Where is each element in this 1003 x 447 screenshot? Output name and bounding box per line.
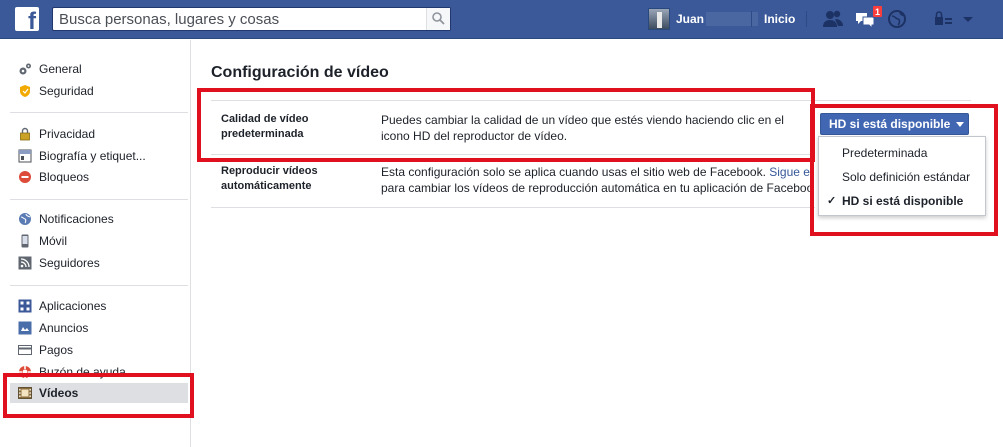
page-title: Configuración de vídeo — [211, 64, 389, 81]
top-bar: f Juan Inicio 1 — [0, 0, 1003, 39]
sidebar-item-label: Seguidores — [39, 256, 100, 270]
sidebar-item-label: Notificaciones — [39, 212, 114, 226]
padlock-icon — [20, 127, 30, 141]
highlight-box — [197, 88, 815, 162]
sidebar-item-label: Privacidad — [39, 127, 96, 141]
sidebar-item-security[interactable]: Seguridad — [10, 81, 188, 101]
sidebar-item-general[interactable]: General — [10, 59, 188, 79]
notifications-globe-icon[interactable] — [886, 8, 910, 30]
sidebar-item-label: Seguridad — [39, 84, 94, 98]
mobile-icon — [21, 234, 29, 248]
divider — [211, 207, 815, 208]
divider — [806, 11, 807, 27]
avatar — [648, 8, 670, 30]
rss-icon — [18, 256, 32, 270]
sidebar-item-timeline[interactable]: Biografía y etiquet... — [10, 146, 188, 166]
setting-label-line: automáticamente — [221, 180, 312, 192]
description-line: Esta configuración solo se aplica cuando… — [381, 164, 810, 180]
timeline-icon — [18, 149, 32, 163]
sidebar-item-payments[interactable]: Pagos — [10, 340, 188, 360]
sidebar-item-label: Anuncios — [39, 321, 89, 335]
friend-requests-icon[interactable] — [821, 8, 845, 30]
sidebar-item-label: Biografía y etiquet... — [39, 149, 146, 163]
highlight-box — [810, 104, 998, 236]
account-menu-chevron-down-icon[interactable] — [960, 8, 976, 30]
description-text: Esta configuración solo se aplica cuando… — [381, 165, 766, 179]
autoplay-help-link[interactable]: Sigue e — [769, 165, 810, 179]
sidebar-item-label: Pagos — [39, 343, 74, 357]
privacy-shortcuts-icon[interactable] — [932, 8, 956, 30]
search-box — [52, 7, 451, 31]
description-line: para cambiar los vídeos de reproducción … — [381, 181, 811, 195]
home-link[interactable]: Inicio — [764, 12, 795, 26]
sidebar-item-apps[interactable]: Aplicaciones — [10, 296, 188, 316]
card-icon — [18, 345, 32, 355]
sidebar-item-label: General — [39, 62, 82, 76]
setting-label-autoplay: Reproducir vídeos automáticamente — [221, 164, 318, 194]
divider — [10, 285, 188, 286]
divider — [751, 11, 752, 27]
search-icon — [432, 12, 445, 25]
apps-icon — [18, 299, 32, 313]
block-icon — [19, 171, 31, 183]
sidebar-item-label: Aplicaciones — [39, 299, 107, 313]
ads-icon — [18, 321, 32, 335]
sidebar-item-label: Móvil — [39, 234, 68, 248]
divider — [10, 112, 188, 113]
sidebar-item-notifications[interactable]: Notificaciones — [10, 209, 188, 229]
sidebar-item-privacy[interactable]: Privacidad — [10, 124, 188, 144]
profile-link[interactable]: Juan — [648, 7, 759, 31]
sidebar-item-blocking[interactable]: Bloqueos — [10, 167, 188, 187]
sidebar-item-mobile[interactable]: Móvil — [10, 231, 188, 251]
search-input[interactable] — [59, 10, 419, 28]
facebook-logo-icon[interactable]: f — [15, 7, 39, 34]
shield-icon — [20, 85, 30, 97]
sidebar-item-followers[interactable]: Seguidores — [10, 253, 188, 273]
highlight-box — [3, 373, 194, 418]
notification-badge: 1 — [872, 5, 884, 18]
divider — [10, 199, 188, 200]
setting-description: Esta configuración solo se aplica cuando… — [381, 164, 811, 200]
globe-icon — [19, 213, 31, 225]
setting-label-line: Reproducir vídeos — [221, 165, 318, 177]
user-name: Juan — [676, 12, 705, 26]
sidebar-item-label: Bloqueos — [39, 170, 90, 184]
gears-icon — [19, 63, 31, 75]
sidebar-item-ads[interactable]: Anuncios — [10, 318, 188, 338]
search-button[interactable] — [426, 8, 450, 30]
